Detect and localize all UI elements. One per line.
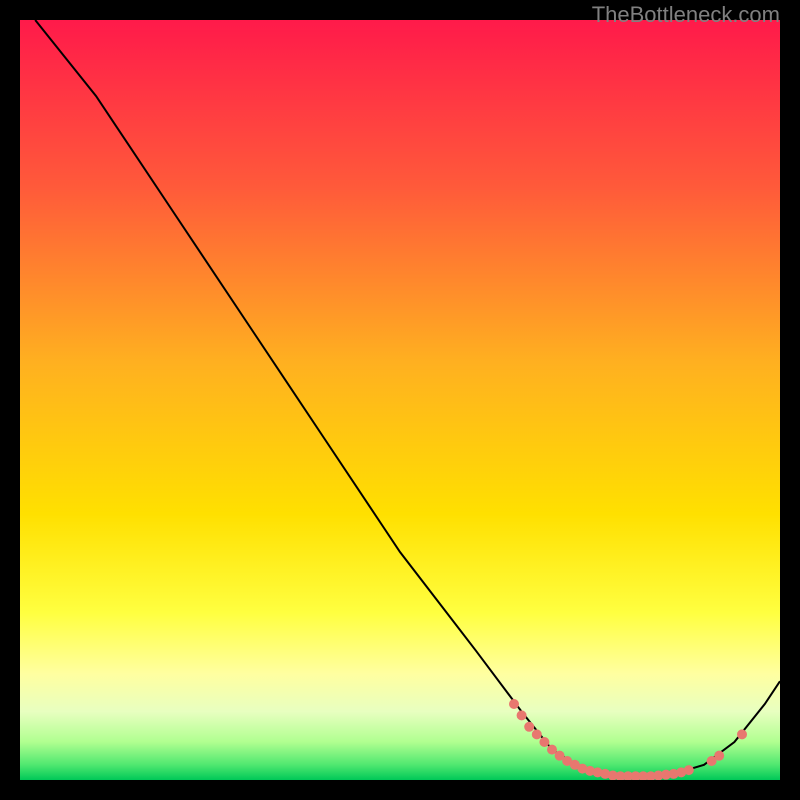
chart-plot-area xyxy=(20,20,780,780)
watermark-text: TheBottleneck.com xyxy=(592,2,780,28)
chart-background-gradient xyxy=(20,20,780,780)
